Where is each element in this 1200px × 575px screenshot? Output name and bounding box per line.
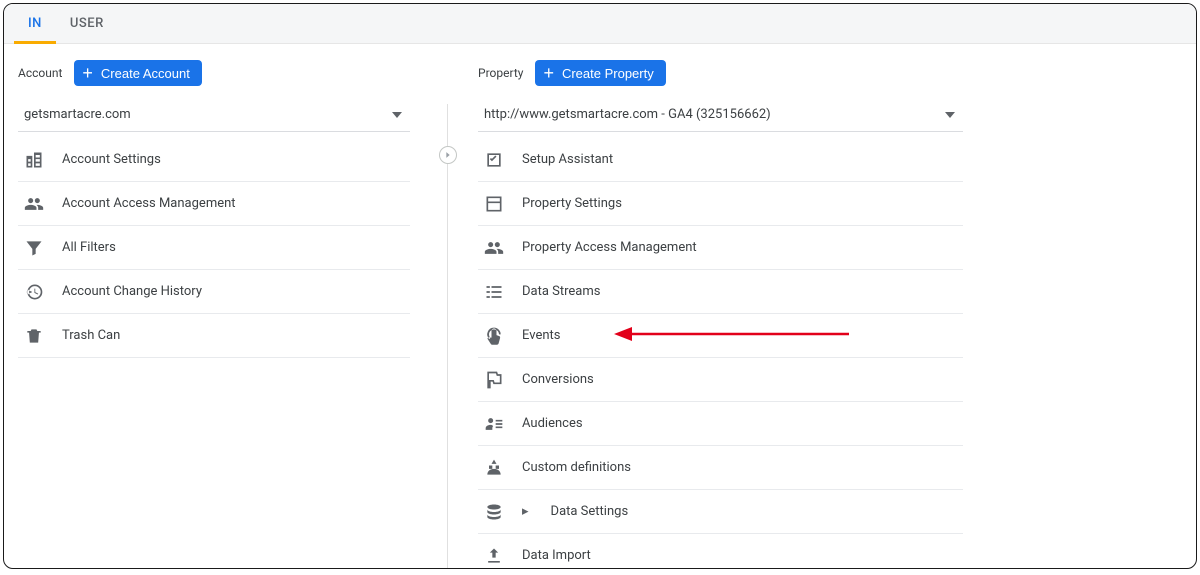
menu-item-custom-definitions[interactable]: Custom definitions: [478, 446, 963, 490]
admin-panel: IN USER Account + Create Account getsmar…: [3, 3, 1197, 569]
layout-icon: [484, 194, 504, 214]
menu-label: Trash Can: [62, 328, 120, 343]
top-tabs: IN USER: [4, 4, 1196, 44]
upload-icon: [484, 546, 504, 566]
flag-icon: [484, 370, 504, 390]
menu-label: Account Change History: [62, 284, 202, 299]
menu-item-trash-can[interactable]: Trash Can: [18, 314, 410, 358]
history-icon: [24, 282, 44, 302]
account-selector[interactable]: getsmartacre.com: [18, 102, 410, 132]
tab-user[interactable]: USER: [56, 4, 118, 43]
create-property-label: Create Property: [562, 66, 654, 81]
account-menu: Account Settings Account Access Manageme…: [18, 138, 410, 358]
menu-label: Account Settings: [62, 152, 161, 167]
property-selected: http://www.getsmartacre.com - GA4 (32515…: [484, 107, 771, 122]
menu-label: Data Import: [522, 548, 591, 563]
account-column: Account + Create Account getsmartacre.co…: [4, 44, 447, 568]
menu-item-conversions[interactable]: Conversions: [478, 358, 963, 402]
touch-icon: [484, 326, 504, 346]
account-section-label: Account: [18, 66, 62, 80]
menu-label: Events: [522, 328, 560, 343]
building-icon: [24, 150, 44, 170]
menu-item-account-access[interactable]: Account Access Management: [18, 182, 410, 226]
people-icon: [484, 238, 504, 258]
admin-columns: Account + Create Account getsmartacre.co…: [4, 44, 1196, 568]
arrow-right-icon: [443, 150, 453, 160]
property-column: Property + Create Property http://www.ge…: [447, 44, 1196, 568]
menu-label: Custom definitions: [522, 460, 631, 475]
menu-label: Property Settings: [522, 196, 622, 211]
menu-item-data-settings[interactable]: ▸ Data Settings: [478, 490, 963, 534]
menu-item-property-access[interactable]: Property Access Management: [478, 226, 963, 270]
tab-admin-label: IN: [28, 16, 42, 31]
menu-item-account-settings[interactable]: Account Settings: [18, 138, 410, 182]
audience-icon: [484, 414, 504, 434]
menu-item-property-settings[interactable]: Property Settings: [478, 182, 963, 226]
database-icon: [484, 502, 504, 522]
chevron-down-icon: [392, 112, 402, 118]
create-property-button[interactable]: + Create Property: [535, 60, 665, 86]
menu-label: Conversions: [522, 372, 594, 387]
account-header: Account + Create Account: [18, 60, 447, 86]
property-section-label: Property: [478, 66, 523, 80]
menu-item-events[interactable]: Events: [478, 314, 963, 358]
create-account-button[interactable]: + Create Account: [74, 60, 201, 86]
menu-item-data-streams[interactable]: Data Streams: [478, 270, 963, 314]
chevron-down-icon: [945, 112, 955, 118]
tab-user-label: USER: [70, 16, 104, 31]
streams-icon: [484, 282, 504, 302]
chevron-right-icon: ▸: [522, 504, 529, 519]
account-selected: getsmartacre.com: [24, 107, 131, 122]
menu-label: Data Streams: [522, 284, 600, 299]
people-icon: [24, 194, 44, 214]
property-header: Property + Create Property: [478, 60, 1196, 86]
menu-item-setup-assistant[interactable]: Setup Assistant: [478, 138, 963, 182]
menu-item-data-import[interactable]: Data Import: [478, 534, 963, 569]
property-selector[interactable]: http://www.getsmartacre.com - GA4 (32515…: [478, 102, 963, 132]
menu-item-change-history[interactable]: Account Change History: [18, 270, 410, 314]
menu-label: Account Access Management: [62, 196, 236, 211]
menu-label: Property Access Management: [522, 240, 697, 255]
menu-item-audiences[interactable]: Audiences: [478, 402, 963, 446]
trash-icon: [24, 326, 44, 346]
menu-item-all-filters[interactable]: All Filters: [18, 226, 410, 270]
property-menu: Setup Assistant Property Settings Proper…: [478, 138, 963, 569]
menu-label: Setup Assistant: [522, 152, 613, 167]
checkbox-icon: [484, 150, 504, 170]
create-account-label: Create Account: [101, 66, 190, 81]
column-divider: [447, 104, 448, 568]
collapse-account-button[interactable]: [439, 146, 457, 164]
tab-admin[interactable]: IN: [14, 4, 56, 43]
plus-icon: +: [82, 64, 93, 82]
custom-icon: [484, 458, 504, 478]
menu-label: Audiences: [522, 416, 583, 431]
menu-label: All Filters: [62, 240, 116, 255]
menu-label: Data Settings: [551, 504, 629, 519]
plus-icon: +: [543, 64, 554, 82]
filter-icon: [24, 238, 44, 258]
